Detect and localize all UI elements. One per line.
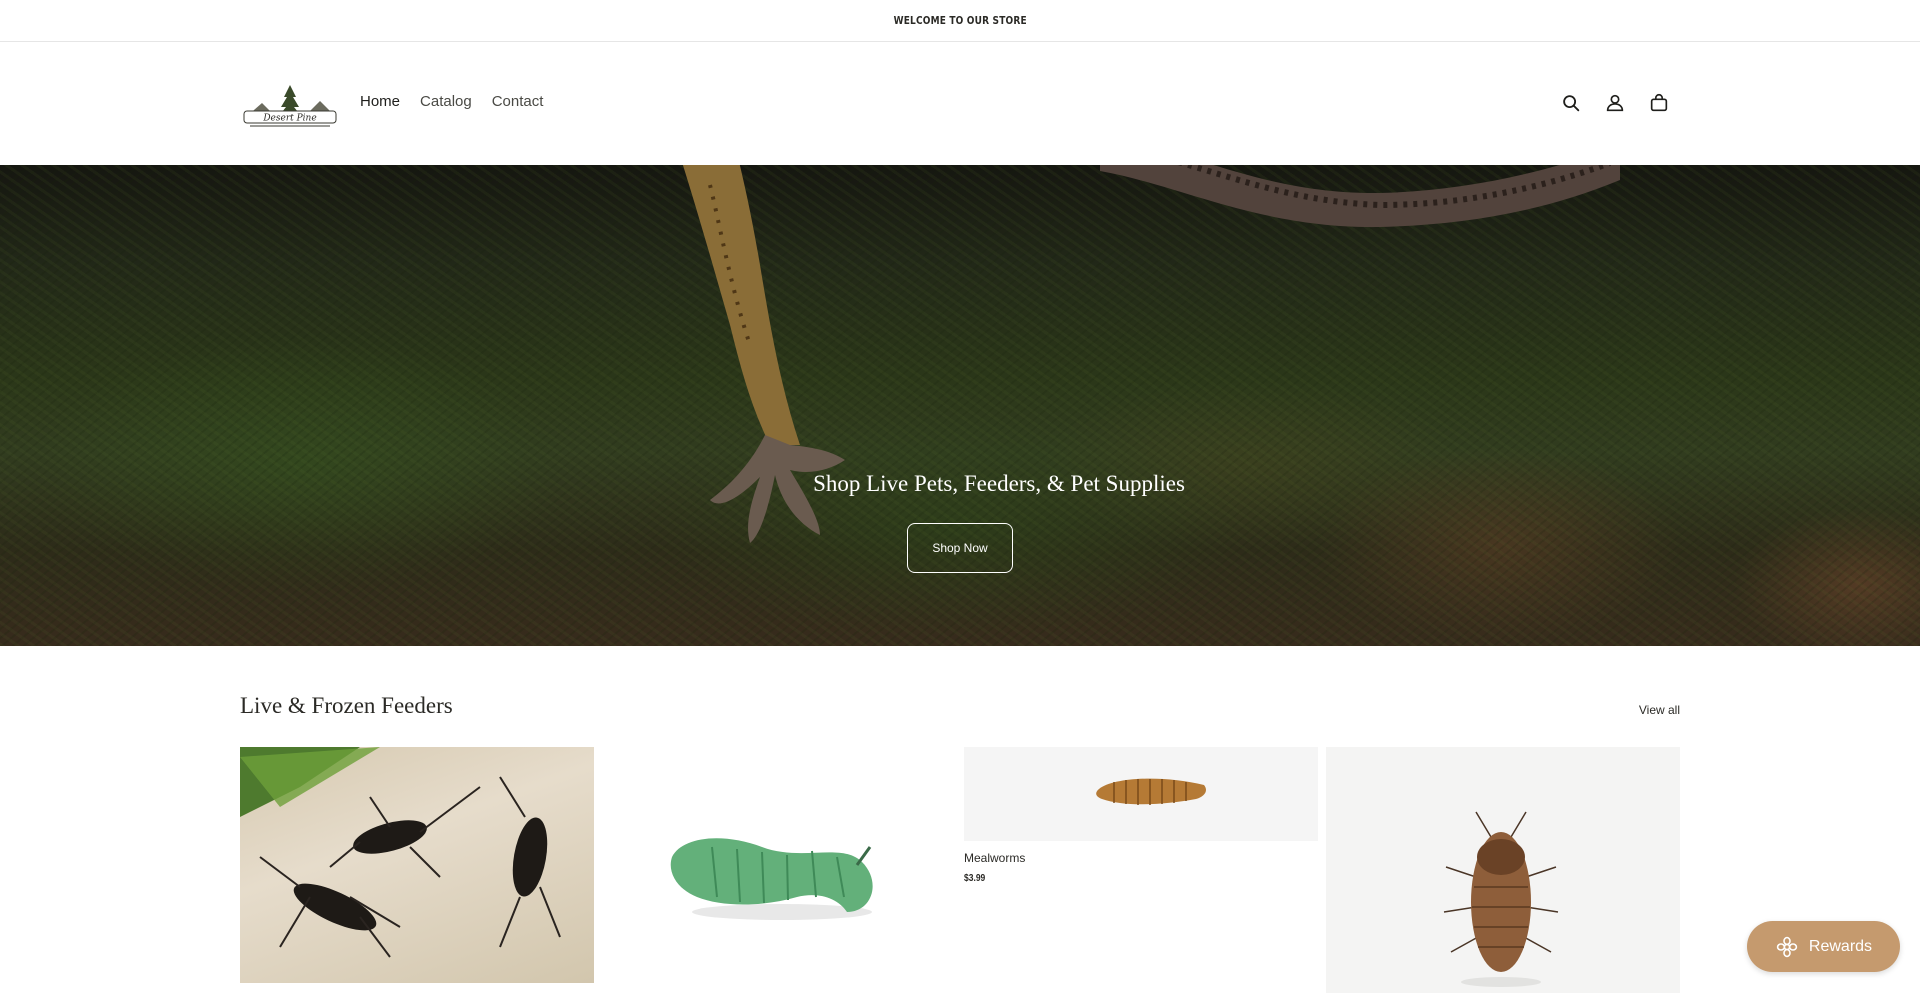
site-header: Desert Pine Home Catalog Contact [0,43,1920,165]
nav-contact[interactable]: Contact [492,93,544,110]
nav-catalog[interactable]: Catalog [420,93,472,110]
cart-icon[interactable] [1648,92,1670,114]
product-card[interactable] [602,747,956,993]
header-icons [1560,92,1670,114]
store-logo[interactable]: Desert Pine [240,83,340,131]
search-icon[interactable] [1560,92,1582,114]
product-card[interactable] [1326,747,1680,993]
hero-title: Shop Live Pets, Feeders, & Pet Supplies [813,471,1185,496]
product-image-dubia-roach[interactable] [1326,747,1680,993]
hero-overlay [0,165,1920,646]
product-image-hornworm[interactable] [602,747,956,993]
rewards-button[interactable]: Rewards [1747,921,1900,972]
product-card[interactable] [240,747,594,983]
view-all-link[interactable]: View all [1639,703,1680,717]
product-price: $3.99 [964,873,986,884]
hero-banner: Shop Live Pets, Feeders, & Pet Supplies … [0,165,1920,646]
svg-text:Desert Pine: Desert Pine [262,114,316,124]
product-image-crickets[interactable] [240,747,594,983]
announcement-bar: WELCOME TO OUR STORE [0,0,1920,42]
rewards-flower-icon [1776,936,1798,957]
main-nav: Home Catalog Contact [360,93,543,110]
rewards-label: Rewards [1808,937,1873,955]
product-card[interactable]: Mealworms $3.99 [964,747,1318,897]
shop-now-button[interactable]: Shop Now [907,523,1013,573]
nav-home[interactable]: Home [360,93,400,110]
product-title[interactable]: Mealworms [964,851,1025,865]
collection-title: Live & Frozen Feeders [240,693,453,718]
account-icon[interactable] [1604,92,1626,114]
product-image-mealworm[interactable] [964,747,1318,841]
announcement-text: WELCOME TO OUR STORE [893,14,1027,27]
